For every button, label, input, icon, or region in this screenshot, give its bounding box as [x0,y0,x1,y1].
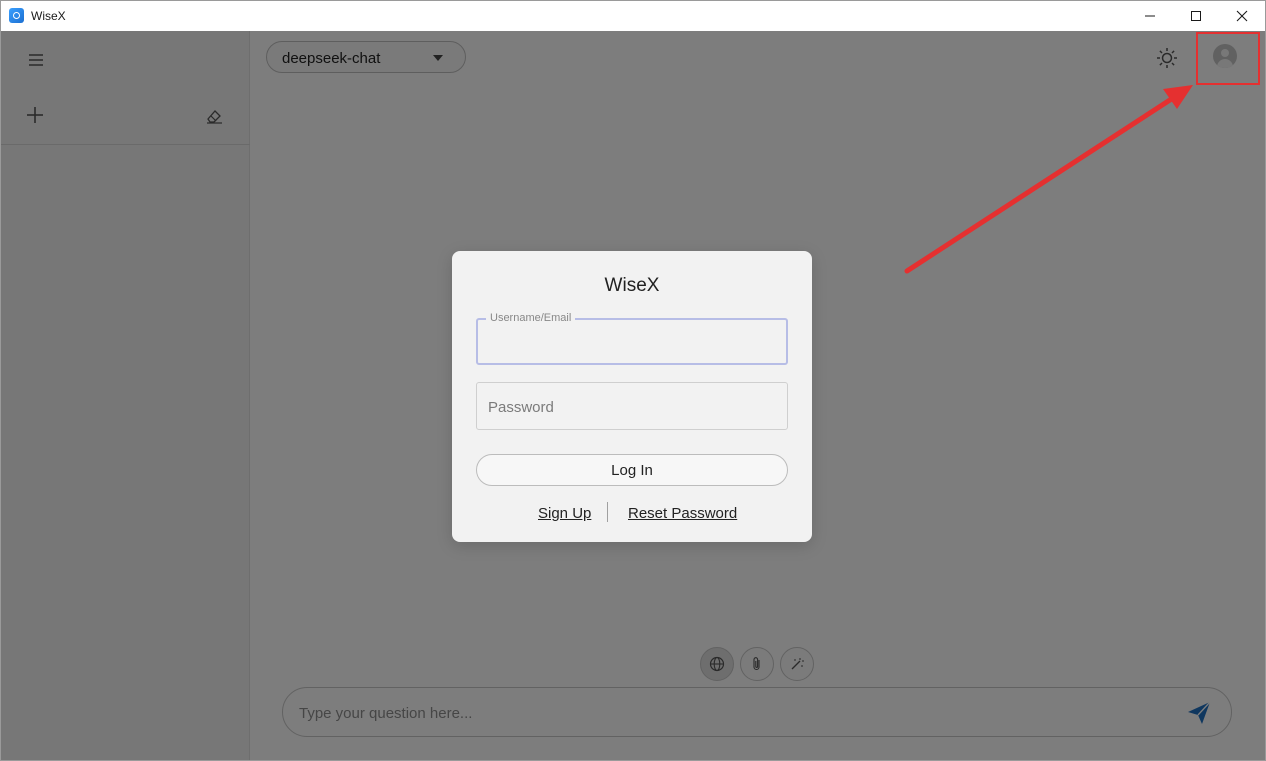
maximize-icon [1191,11,1201,21]
login-dialog: WiseX Username/Email Log In Sign Up Rese… [452,251,812,542]
maximize-button[interactable] [1173,1,1219,31]
close-button[interactable] [1219,1,1265,31]
login-dialog-title: WiseX [604,275,660,296]
login-button[interactable]: Log In [476,454,788,486]
password-field [476,382,788,430]
app-logo-icon [9,8,24,23]
username-label: Username/Email [486,312,576,324]
minimize-icon [1145,15,1155,17]
highlight-box [1196,32,1260,85]
sign-up-link[interactable]: Sign Up [538,505,591,522]
minimize-button[interactable] [1127,1,1173,31]
username-input[interactable] [488,332,778,354]
close-icon [1236,10,1248,22]
auth-links: Sign Up Reset Password [452,502,812,524]
reset-password-link[interactable]: Reset Password [628,505,737,522]
window-title: WiseX [31,9,66,23]
app-window: WiseX deepseek-chat [0,0,1266,761]
password-input[interactable] [488,396,778,418]
title-bar: WiseX [1,1,1265,31]
links-divider [607,502,608,522]
username-field: Username/Email [476,312,788,365]
